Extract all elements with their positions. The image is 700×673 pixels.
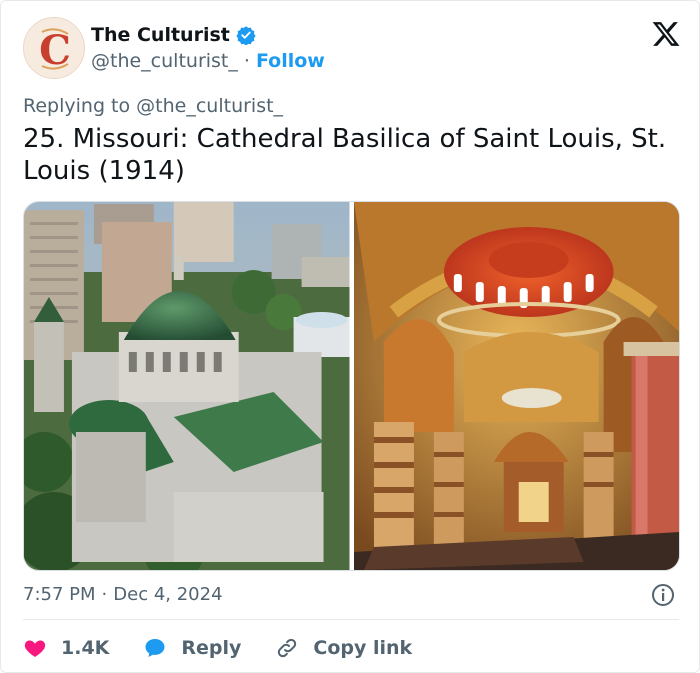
tweet-header: C The Culturist @the_culturist_ · Follow: [23, 17, 683, 81]
reply-label: Reply: [181, 637, 242, 659]
tweet-text: 25. Missouri: Cathedral Basilica of Sain…: [23, 124, 667, 186]
media-image-exterior[interactable]: [24, 202, 350, 570]
replying-mention[interactable]: @the_culturist_: [136, 95, 283, 117]
cathedral-interior-photo: [353, 202, 679, 570]
media-image-interior[interactable]: [353, 202, 679, 570]
follow-button[interactable]: Follow: [256, 50, 325, 72]
display-name[interactable]: The Culturist: [91, 24, 230, 46]
author-handle[interactable]: @the_culturist_: [91, 50, 238, 72]
copy-link-label: Copy link: [313, 637, 413, 659]
handle-row: @the_culturist_ · Follow: [91, 49, 325, 73]
like-button[interactable]: 1.4K: [23, 636, 109, 660]
heart-icon: [24, 640, 46, 657]
cathedral-exterior-photo: [24, 202, 350, 570]
media-grid: [23, 201, 680, 571]
like-count: 1.4K: [61, 637, 110, 659]
x-logo-icon[interactable]: [651, 19, 681, 49]
tweet-time: 7:57 PM: [23, 584, 96, 605]
copy-link-button[interactable]: Copy link: [275, 636, 412, 660]
reply-bubble-icon: [145, 639, 165, 657]
verified-badge-icon: [236, 26, 256, 45]
replying-to: Replying to @the_culturist_: [23, 95, 283, 117]
culturist-logo-icon: C: [24, 18, 84, 78]
tweet-date: Dec 4, 2024: [113, 584, 223, 605]
author-name-row: The Culturist: [91, 23, 256, 47]
tweet-card: C The Culturist @the_culturist_ · Follow…: [0, 0, 700, 673]
handle-separator: ·: [243, 50, 250, 72]
replying-prefix: Replying to: [23, 95, 131, 117]
info-icon[interactable]: [651, 583, 675, 607]
avatar[interactable]: C: [23, 17, 85, 79]
timestamp[interactable]: 7:57 PM · Dec 4, 2024: [23, 584, 223, 605]
divider: [23, 619, 679, 620]
reply-button[interactable]: Reply: [143, 636, 241, 660]
time-separator: ·: [101, 584, 108, 605]
action-bar: 1.4K Reply Copy link: [23, 631, 446, 665]
link-icon: [278, 638, 297, 658]
